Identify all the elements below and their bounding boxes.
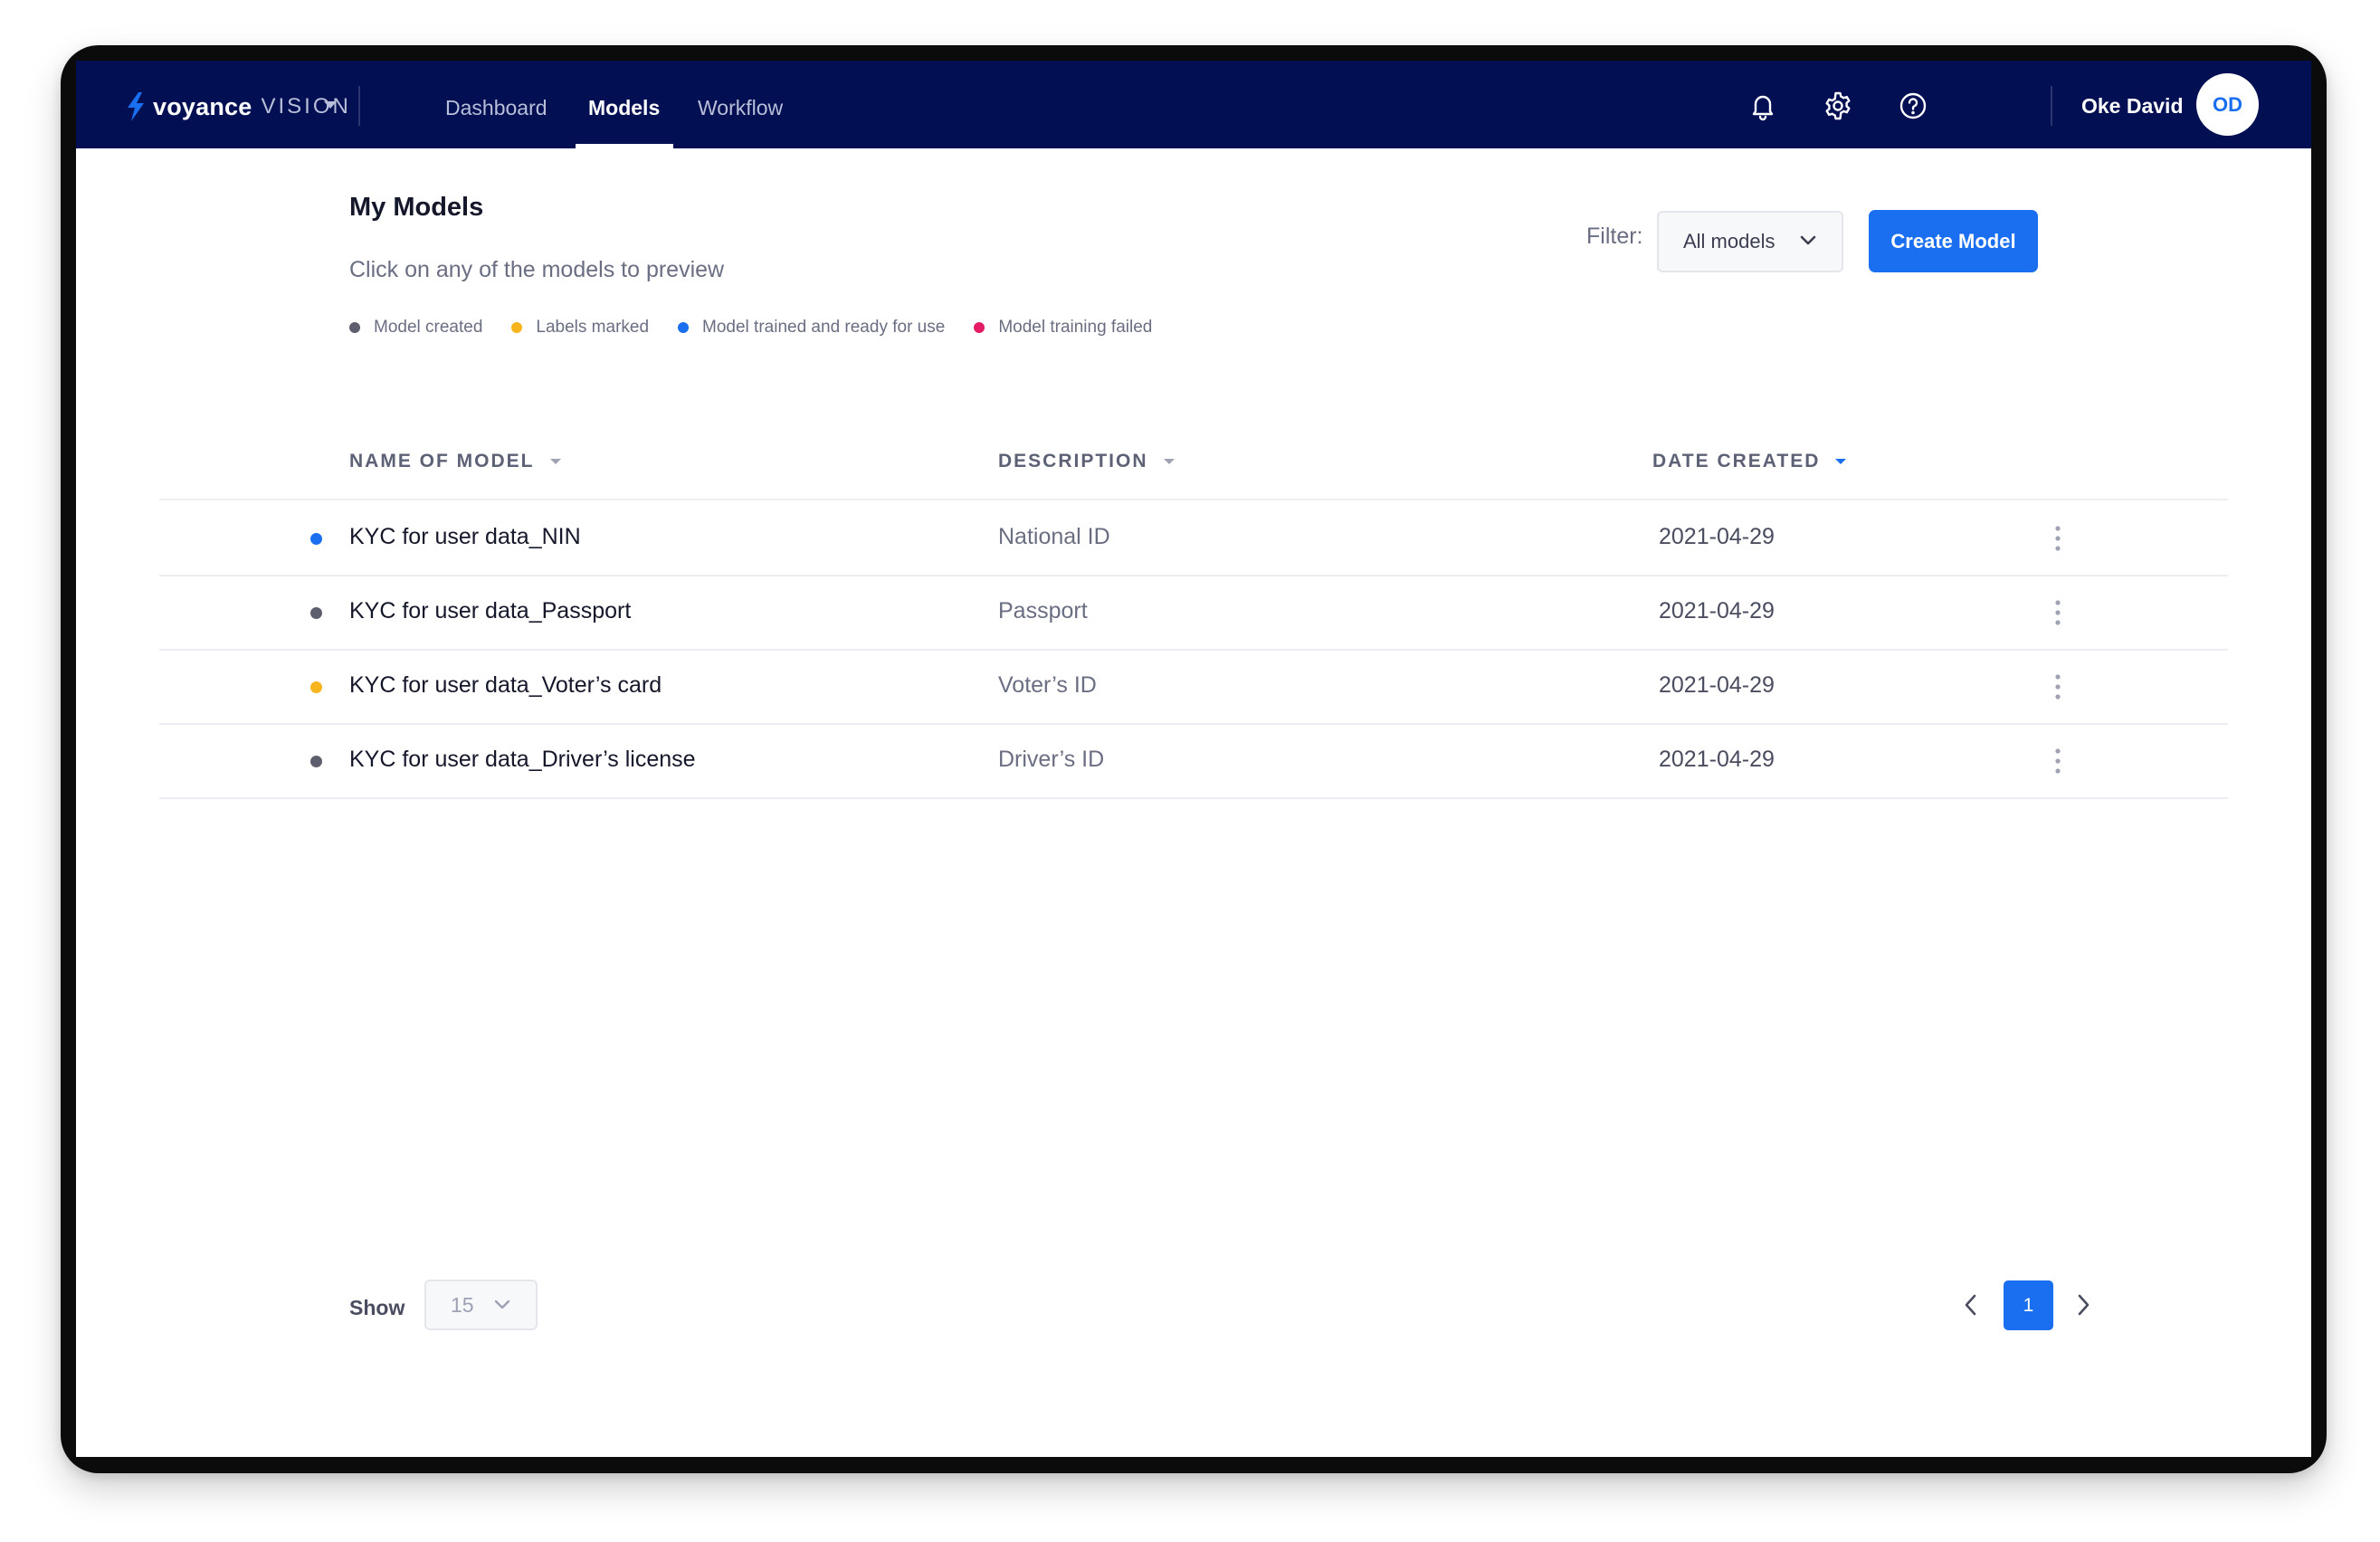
more-options-icon[interactable] xyxy=(2049,524,2067,553)
model-name: KYC for user data_Driver’s license xyxy=(349,747,696,772)
model-name: KYC for user data_Voter’s card xyxy=(349,672,662,698)
create-model-button[interactable]: Create Model xyxy=(1869,210,2038,272)
column-header-label: NAME OF MODEL xyxy=(349,451,535,471)
filter-value: All models xyxy=(1683,230,1775,252)
sort-caret-icon xyxy=(1163,459,1175,464)
table-row[interactable]: KYC for user data_Driver’s license Drive… xyxy=(159,723,2228,797)
nav-divider xyxy=(2051,86,2052,126)
page-subtitle: Click on any of the models to preview xyxy=(349,257,725,282)
gear-icon[interactable] xyxy=(1822,90,1854,122)
table-row[interactable]: KYC for user data_Voter’s card Voter’s I… xyxy=(159,649,2228,723)
chevron-right-icon[interactable] xyxy=(2072,1293,2094,1317)
model-description: Passport xyxy=(998,598,1088,623)
model-description: National ID xyxy=(998,524,1110,549)
column-header-name[interactable]: NAME OF MODEL xyxy=(349,451,561,472)
top-nav: voyance VISION Dashboard Models Workflow xyxy=(76,61,2311,148)
legend-label: Model training failed xyxy=(998,318,1153,337)
table-divider xyxy=(159,797,2228,799)
avatar[interactable]: OD xyxy=(2196,73,2259,136)
column-header-label: DATE CREATED xyxy=(1652,451,1821,471)
status-legend: Model created Labels marked Model traine… xyxy=(349,318,1181,338)
filter-label: Filter: xyxy=(1586,224,1643,249)
model-name: KYC for user data_Passport xyxy=(349,598,632,623)
product-switcher-caret-icon[interactable] xyxy=(324,101,337,109)
bolt-logo-icon xyxy=(128,92,144,121)
chevron-down-icon xyxy=(494,1299,510,1309)
column-header-label: DESCRIPTION xyxy=(998,451,1148,471)
tab-dashboard[interactable]: Dashboard xyxy=(445,61,547,148)
app-screen: voyance VISION Dashboard Models Workflow xyxy=(76,61,2311,1457)
model-description: Voter’s ID xyxy=(998,672,1097,698)
active-tab-indicator xyxy=(576,144,673,148)
more-options-icon[interactable] xyxy=(2049,598,2067,627)
status-dot xyxy=(349,322,360,333)
model-date: 2021-04-29 xyxy=(1659,747,1775,772)
sort-caret-icon xyxy=(549,459,561,464)
page-title: My Models xyxy=(349,193,484,222)
legend-item-trained: Model trained and ready for use xyxy=(678,318,945,338)
more-options-icon[interactable] xyxy=(2049,672,2067,701)
pagination-page-current[interactable]: 1 xyxy=(2004,1280,2053,1330)
legend-label: Model trained and ready for use xyxy=(702,318,946,337)
help-icon[interactable] xyxy=(1897,90,1929,122)
model-date: 2021-04-29 xyxy=(1659,524,1775,549)
status-dot xyxy=(310,607,322,619)
brand-name: voyance xyxy=(153,92,252,120)
bell-icon[interactable] xyxy=(1747,90,1779,122)
legend-label: Model created xyxy=(374,318,483,337)
status-dot xyxy=(974,322,985,333)
legend-item-labels-marked: Labels marked xyxy=(511,318,649,338)
more-options-icon[interactable] xyxy=(2049,747,2067,776)
legend-item-failed: Model training failed xyxy=(974,318,1152,338)
status-dot xyxy=(310,681,322,693)
status-dot xyxy=(310,533,322,545)
model-name: KYC for user data_NIN xyxy=(349,524,581,549)
model-date: 2021-04-29 xyxy=(1659,598,1775,623)
brand-logo[interactable]: voyance VISION xyxy=(126,90,351,123)
column-header-date[interactable]: DATE CREATED xyxy=(1652,451,1847,472)
table-row[interactable]: KYC for user data_Passport Passport 2021… xyxy=(159,575,2228,649)
product-name: VISION xyxy=(261,94,351,119)
status-dot xyxy=(310,756,322,767)
sort-caret-icon xyxy=(1835,459,1847,464)
chevron-left-icon[interactable] xyxy=(1960,1293,1982,1317)
page-size-value: 15 xyxy=(451,1293,474,1317)
user-name[interactable]: Oke David xyxy=(2081,90,2184,122)
tab-models[interactable]: Models xyxy=(588,61,660,148)
table-row[interactable]: KYC for user data_NIN National ID 2021-0… xyxy=(159,500,2228,575)
legend-item-created: Model created xyxy=(349,318,482,338)
status-dot xyxy=(678,322,690,333)
legend-label: Labels marked xyxy=(536,318,650,337)
column-header-description[interactable]: DESCRIPTION xyxy=(998,451,1175,472)
model-date: 2021-04-29 xyxy=(1659,672,1775,698)
nav-divider xyxy=(358,86,360,126)
page-size-label: Show xyxy=(349,1296,405,1319)
page-size-dropdown[interactable]: 15 xyxy=(424,1280,538,1330)
model-description: Driver’s ID xyxy=(998,747,1105,772)
filter-dropdown[interactable]: All models xyxy=(1657,211,1843,272)
tab-workflow[interactable]: Workflow xyxy=(698,61,783,148)
chevron-down-icon xyxy=(1800,235,1816,245)
status-dot xyxy=(511,322,523,333)
